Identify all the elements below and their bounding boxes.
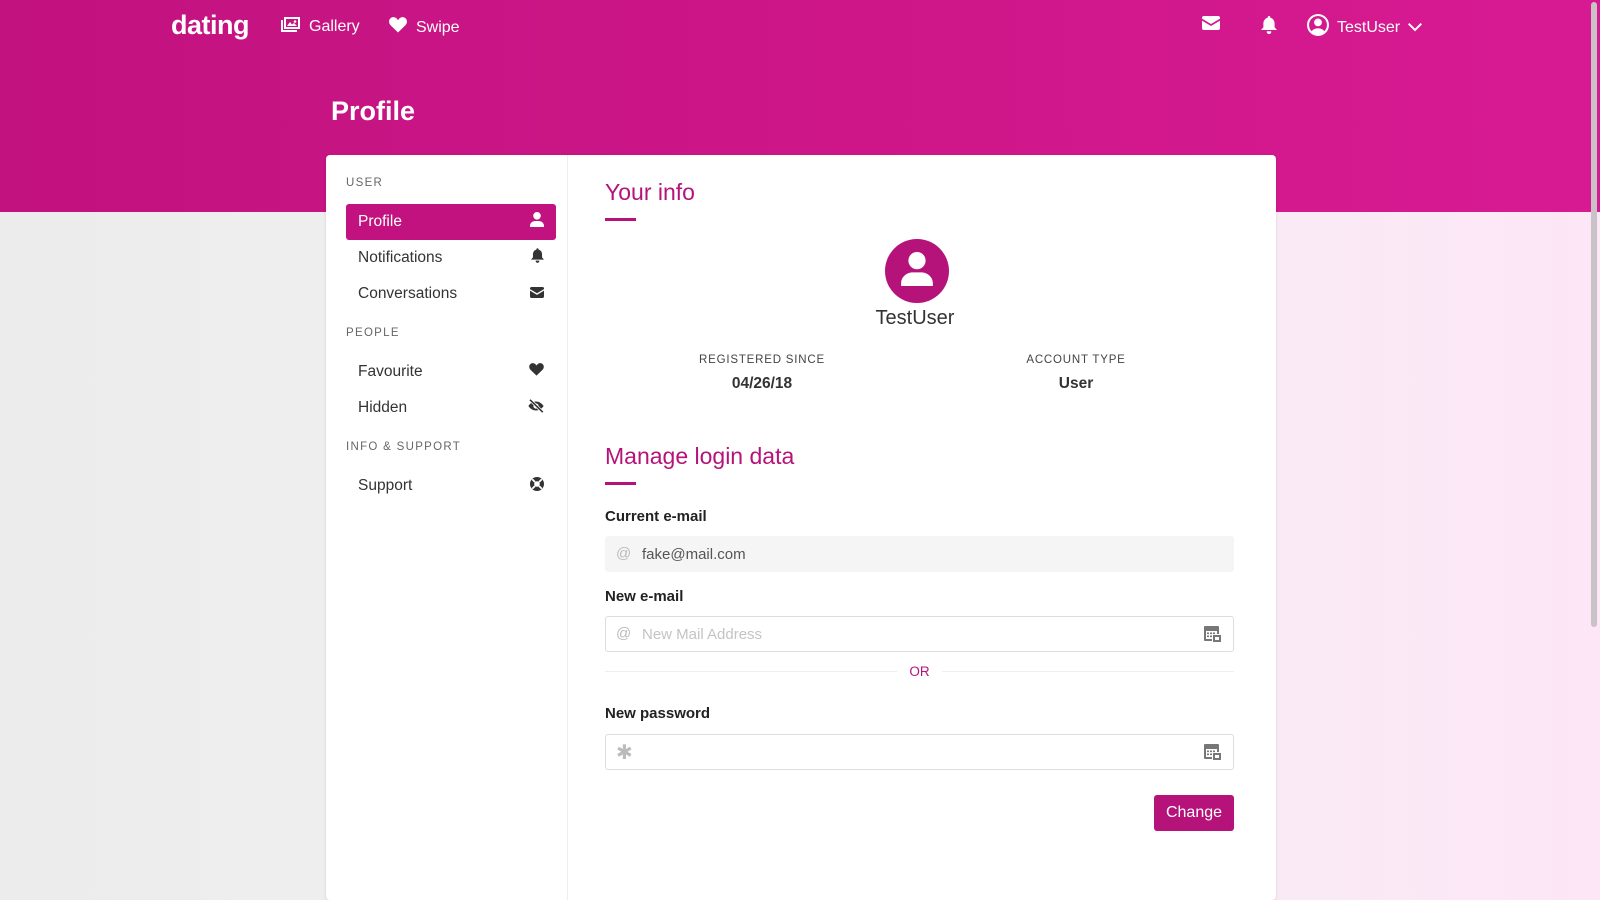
divider-line — [605, 670, 898, 672]
brand-logo[interactable]: dating — [171, 10, 250, 41]
user-icon — [530, 212, 544, 232]
at-icon: @ — [616, 545, 632, 562]
page-title: Profile — [331, 96, 416, 126]
bell-icon — [531, 248, 544, 268]
scrollbar-thumb[interactable] — [1591, 2, 1597, 627]
new-email-field[interactable]: @ — [605, 616, 1234, 652]
nav-swipe-label: Swipe — [416, 18, 460, 36]
current-email-field: @ — [605, 536, 1234, 572]
your-info-heading: Your info — [605, 179, 695, 205]
life-ring-icon — [530, 476, 544, 496]
new-email-input[interactable] — [642, 617, 1182, 651]
user-menu-name: TestUser — [1337, 18, 1401, 36]
section-label-people: PEOPLE — [346, 327, 400, 339]
avatar — [885, 239, 949, 303]
sidebar-item-label: Profile — [358, 213, 402, 230]
or-text: OR — [909, 663, 930, 679]
sidebar-item-label: Conversations — [358, 285, 458, 302]
autofill-icon[interactable] — [1204, 626, 1221, 647]
nav-gallery-label: Gallery — [309, 18, 360, 35]
account-type-value: User — [1058, 375, 1094, 392]
sidebar-item-label: Favourite — [358, 363, 423, 380]
eye-slash-icon — [528, 398, 544, 418]
heart-icon — [389, 17, 407, 38]
user-circle-icon — [1307, 14, 1329, 41]
envelope-icon — [1202, 16, 1220, 34]
or-divider: OR — [605, 661, 1234, 681]
user-icon — [901, 251, 933, 291]
sidebar-item-support[interactable]: Support — [346, 468, 556, 504]
heading-underline — [605, 482, 636, 485]
notifications-button[interactable] — [1261, 16, 1277, 39]
sidebar-item-favourite[interactable]: Favourite — [346, 354, 556, 390]
image-icon — [281, 17, 300, 37]
sidebar-item-notifications[interactable]: Notifications — [346, 240, 556, 276]
page-scrollbar[interactable] — [1589, 0, 1600, 900]
asterisk-icon: ✱ — [616, 742, 633, 764]
user-menu[interactable]: TestUser — [1307, 14, 1423, 41]
chevron-down-icon — [1408, 19, 1423, 37]
section-label-info-support: INFO & SUPPORT — [346, 441, 462, 453]
change-button[interactable]: Change — [1154, 795, 1234, 831]
sidebar-item-profile[interactable]: Profile — [346, 204, 556, 240]
sidebar-item-label: Hidden — [358, 399, 408, 416]
registered-since-value: 04/26/18 — [731, 375, 793, 392]
heading-underline — [605, 218, 636, 221]
top-navbar: dating Gallery Swipe TestUser — [0, 0, 1600, 56]
bell-icon — [1261, 16, 1277, 38]
at-icon: @ — [616, 625, 632, 642]
registered-since-label: REGISTERED SINCE — [699, 354, 825, 366]
sidebar-item-hidden[interactable]: Hidden — [346, 390, 556, 426]
divider-line — [941, 670, 1234, 672]
new-password-label: New password — [605, 705, 711, 722]
messages-button[interactable] — [1202, 16, 1220, 35]
heart-icon — [529, 363, 544, 381]
section-label-user: USER — [346, 177, 384, 189]
manage-login-heading: Manage login data — [605, 443, 795, 469]
current-email-label: Current e-mail — [605, 508, 707, 525]
sidebar-item-label: Support — [358, 477, 413, 494]
profile-username: TestUser — [875, 307, 955, 329]
profile-card: USER Profile Notifications Conversations… — [326, 155, 1276, 900]
account-type-label: ACCOUNT TYPE — [1026, 354, 1126, 366]
new-password-input[interactable] — [642, 735, 1182, 769]
nav-gallery-link[interactable]: Gallery — [281, 17, 360, 37]
envelope-icon — [530, 285, 544, 303]
settings-sidebar: USER Profile Notifications Conversations… — [326, 155, 568, 900]
autofill-icon[interactable] — [1204, 744, 1221, 765]
sidebar-item-conversations[interactable]: Conversations — [346, 276, 556, 312]
nav-swipe-link[interactable]: Swipe — [389, 17, 460, 38]
current-email-input — [642, 537, 1182, 571]
new-password-field[interactable]: ✱ — [605, 734, 1234, 770]
sidebar-item-label: Notifications — [358, 249, 443, 266]
new-email-label: New e-mail — [605, 588, 684, 605]
